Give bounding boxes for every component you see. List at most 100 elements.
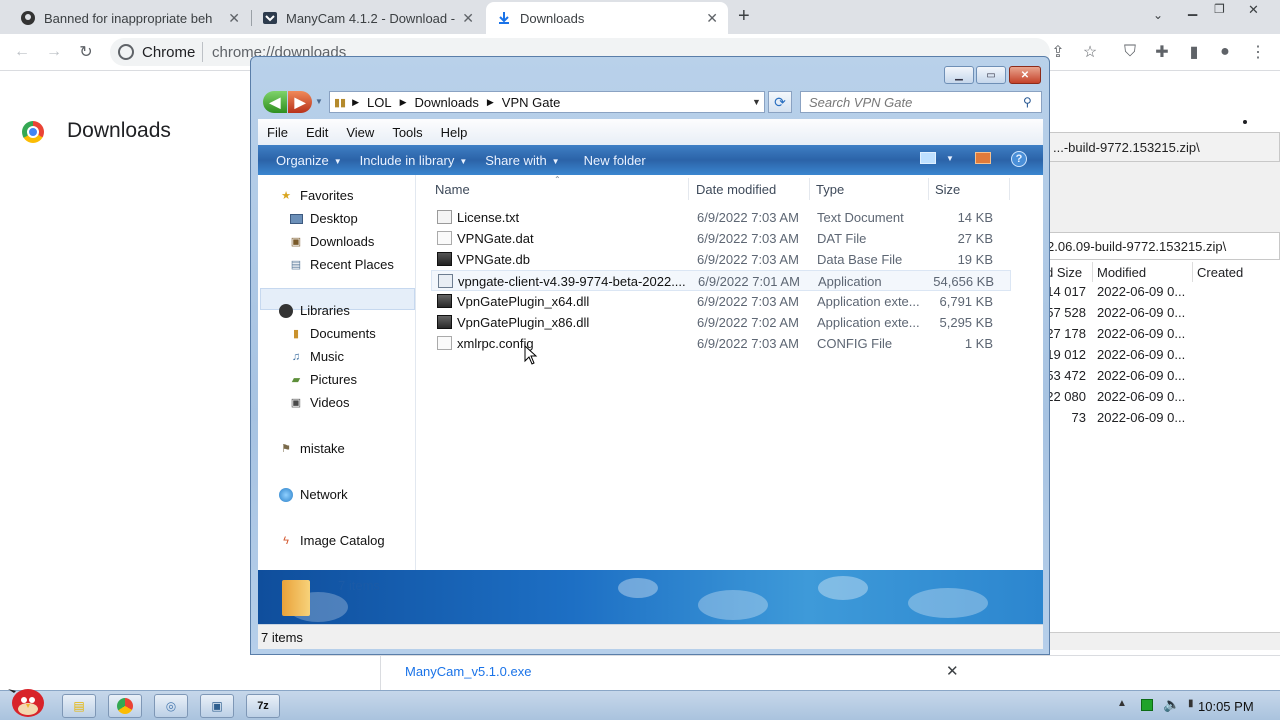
generic-file-icon xyxy=(437,231,452,245)
address-dropdown-icon[interactable]: ▼ xyxy=(752,97,761,107)
close-window-icon[interactable]: ✕ xyxy=(1248,2,1259,18)
profile-icon[interactable]: ● xyxy=(1213,40,1237,64)
view-dropdown-icon[interactable]: ▼ xyxy=(946,154,954,163)
menu-file[interactable]: File xyxy=(258,125,297,140)
nav-network[interactable]: Network xyxy=(278,487,348,502)
star-icon: ★ xyxy=(281,190,291,202)
side-panel-icon[interactable]: ▮ xyxy=(1182,40,1206,64)
nav-favorites[interactable]: ★ Favorites xyxy=(278,188,353,203)
file-row[interactable]: vpngate-client-v4.39-9774-beta-2022.... 6… xyxy=(431,270,1011,291)
share-with-button[interactable]: Share with ▼ xyxy=(485,153,559,168)
breadcrumb-lol[interactable]: LOL xyxy=(367,95,392,110)
tab-search-icon[interactable]: ⌄ xyxy=(1153,8,1163,22)
clock[interactable]: 10:05 PM xyxy=(1198,699,1254,714)
nav-pictures[interactable]: ▰ Pictures xyxy=(288,372,357,387)
taskbar: ▤ ◎ ▣ 7z ▲ 🔈 ▮ 10:05 PM xyxy=(0,689,1280,720)
nav-documents[interactable]: ▮ Documents xyxy=(288,326,376,341)
minimize-icon[interactable]: ▁ xyxy=(944,66,974,84)
minimize-icon[interactable]: ▁ xyxy=(1188,2,1197,16)
nav-recent-places[interactable]: ▤ Recent Places xyxy=(288,257,394,272)
refresh-icon[interactable]: ⟳ xyxy=(768,91,792,113)
file-row[interactable]: License.txt 6/9/2022 7:03 AM Text Document… xyxy=(431,207,1011,228)
downloads-folder-icon: ▣ xyxy=(290,236,302,248)
nav-desktop[interactable]: Desktop xyxy=(288,211,358,226)
close-tab-icon[interactable]: ✕ xyxy=(462,10,474,27)
github-icon xyxy=(20,10,36,26)
reload-icon[interactable]: ↻ xyxy=(74,40,98,64)
breadcrumb-arrow-icon[interactable]: ▶ xyxy=(487,97,494,108)
menu-tools[interactable]: Tools xyxy=(383,125,431,140)
file-row[interactable]: VpnGatePlugin_x64.dll 6/9/2022 7:03 AM App… xyxy=(431,291,1011,312)
window-taskbar-icon[interactable]: ▣ xyxy=(200,694,234,718)
network-tray-icon[interactable] xyxy=(1141,699,1153,711)
download-filename[interactable]: ManyCam_v5.1.0.exe xyxy=(405,664,531,679)
forward-icon[interactable]: ▶ xyxy=(288,91,312,113)
new-folder-button[interactable]: New folder xyxy=(584,153,646,168)
back-icon[interactable]: ← xyxy=(10,40,34,64)
column-name[interactable]: Name xyxy=(435,182,470,197)
zip-row-modified: 2022-06-09 0... xyxy=(1097,368,1186,383)
start-button[interactable] xyxy=(4,683,48,719)
tab-manycam[interactable]: ManyCam 4.1.2 - Download - ✕ xyxy=(252,2,484,34)
close-tab-icon[interactable]: ✕ xyxy=(228,10,240,27)
nav-downloads[interactable]: ▣ Downloads xyxy=(288,234,375,249)
breadcrumb-arrow-icon[interactable]: ▶ xyxy=(400,97,407,108)
include-in-library-button[interactable]: Include in library ▼ xyxy=(360,153,468,168)
close-tab-icon[interactable]: ✕ xyxy=(706,10,718,27)
view-options-icon[interactable] xyxy=(920,152,936,164)
file-size: 14 KB xyxy=(957,210,993,225)
volume-icon[interactable]: 🔈 xyxy=(1163,696,1180,713)
restore-icon[interactable]: ❐ xyxy=(1214,2,1225,16)
column-size[interactable]: Size xyxy=(935,182,960,197)
breadcrumb-vpngate[interactable]: VPN Gate xyxy=(502,95,561,110)
zip-address[interactable]: 2.06.09-build-9772.153215.zip\ xyxy=(1040,232,1280,260)
new-tab-button[interactable]: + xyxy=(738,5,750,28)
folder-icon xyxy=(282,580,310,616)
file-row[interactable]: xmlrpc.config 6/9/2022 7:03 AM CONFIG File… xyxy=(431,333,1011,354)
tray-misc-icon[interactable]: ▮ xyxy=(1188,698,1194,709)
breadcrumb-downloads[interactable]: Downloads xyxy=(415,95,479,110)
zip-col-modified[interactable]: Modified xyxy=(1097,265,1146,280)
file-row[interactable]: VPNGate.dat 6/9/2022 7:03 AM DAT File 27 KB xyxy=(431,228,1011,249)
file-row[interactable]: VPNGate.db 6/9/2022 7:03 AM Data Base File… xyxy=(431,249,1011,270)
help-icon[interactable]: ? xyxy=(1011,151,1027,167)
back-icon[interactable]: ◀ xyxy=(263,91,287,113)
app-taskbar-icon[interactable]: ◎ xyxy=(154,694,188,718)
remove-download-icon[interactable]: ✕ xyxy=(946,662,959,680)
zip-col-created[interactable]: Created xyxy=(1197,265,1243,280)
more-dot[interactable] xyxy=(1243,120,1247,124)
breadcrumb-arrow-icon[interactable]: ▶ xyxy=(352,97,359,108)
menu-edit[interactable]: Edit xyxy=(297,125,337,140)
search-input[interactable]: Search VPN Gate ⚲ xyxy=(800,91,1042,113)
7zip-taskbar-icon[interactable]: 7z xyxy=(246,694,280,718)
explorer-taskbar-icon[interactable]: ▤ xyxy=(62,694,96,718)
chrome-taskbar-icon[interactable] xyxy=(108,694,142,718)
tray-expand-icon[interactable]: ▲ xyxy=(1117,698,1127,709)
nav-music[interactable]: ♫ Music xyxy=(288,349,344,364)
search-icon[interactable]: ⚲ xyxy=(1023,95,1032,109)
maximize-icon[interactable]: ▭ xyxy=(976,66,1006,84)
recent-pages-icon[interactable]: ▼ xyxy=(315,97,323,106)
file-size: 1 KB xyxy=(964,336,993,351)
file-row[interactable]: VpnGatePlugin_x86.dll 6/9/2022 7:02 AM App… xyxy=(431,312,1011,333)
column-date[interactable]: Date modified xyxy=(696,182,776,197)
nav-videos[interactable]: ▣ Videos xyxy=(288,395,350,410)
forward-icon[interactable]: → xyxy=(42,40,66,64)
menu-view[interactable]: View xyxy=(337,125,383,140)
close-icon[interactable]: ✕ xyxy=(1009,66,1041,84)
nav-homegroup[interactable]: ⚑ mistake xyxy=(278,441,345,456)
nav-libraries[interactable]: Libraries xyxy=(278,303,350,318)
tab-banned[interactable]: Banned for inappropriate beh ✕ xyxy=(10,2,250,34)
organize-button[interactable]: Organize ▼ xyxy=(276,153,342,168)
preview-pane-icon[interactable] xyxy=(975,152,991,164)
column-type[interactable]: Type xyxy=(816,182,844,197)
menu-icon[interactable]: ⋮ xyxy=(1246,40,1270,64)
star-icon[interactable]: ☆ xyxy=(1078,40,1102,64)
nav-image-catalog[interactable]: ϟ Image Catalog xyxy=(278,533,384,548)
menu-help[interactable]: Help xyxy=(432,125,477,140)
extensions-icon[interactable]: ✚ xyxy=(1150,40,1174,64)
zip-col-size[interactable]: d Size xyxy=(1046,265,1082,280)
address-bar[interactable]: ▮▮ ▶ LOL ▶ Downloads ▶ VPN Gate ▼ xyxy=(329,91,765,113)
extension-shield-icon[interactable]: ⛉ xyxy=(1118,40,1142,64)
tab-downloads[interactable]: Downloads ✕ xyxy=(486,2,728,34)
